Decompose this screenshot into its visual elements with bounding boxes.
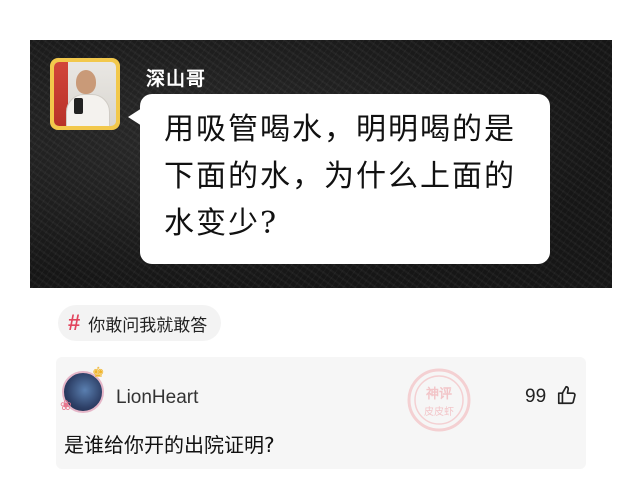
topic-tag[interactable]: # 你敢问我就敢答 xyxy=(58,305,222,341)
question-banner[interactable]: 深山哥 用吸管喝水，明明喝的是 下面的水，为什么上面的 水变少? xyxy=(30,40,612,288)
hash-icon: # xyxy=(68,310,81,335)
avatar-body xyxy=(66,94,110,126)
like-count: 99 xyxy=(525,386,547,407)
comment-text: 是谁给你开的出院证明? xyxy=(64,433,275,457)
shenping-stamp-icon: 神评 皮皮虾 xyxy=(407,368,471,432)
post-page: 深山哥 用吸管喝水，明明喝的是 下面的水，为什么上面的 水变少? # 你敢问我就… xyxy=(0,0,640,494)
commenter-username[interactable]: LionHeart xyxy=(116,387,198,409)
question-text: 用吸管喝水，明明喝的是 下面的水，为什么上面的 水变少? xyxy=(164,112,516,241)
svg-text:神评: 神评 xyxy=(426,386,452,402)
commenter-avatar[interactable]: ♚ ❀ xyxy=(60,366,105,414)
author-name[interactable]: 深山哥 xyxy=(146,64,206,91)
author-photo xyxy=(54,62,116,126)
flower-icon: ❀ xyxy=(60,398,72,414)
phone-icon xyxy=(74,98,83,114)
thumbs-up-icon[interactable] xyxy=(556,383,578,407)
top-comment: ♚ ❀ LionHeart 神评 皮皮虾 99 是谁给你开的出院证明? xyxy=(56,357,586,469)
svg-text:皮皮虾: 皮皮虾 xyxy=(424,405,454,418)
crown-icon: ♚ xyxy=(92,365,105,381)
topic-label: 你敢问我就敢答 xyxy=(88,315,208,336)
author-avatar[interactable] xyxy=(50,58,120,130)
avatar-head xyxy=(76,70,96,94)
